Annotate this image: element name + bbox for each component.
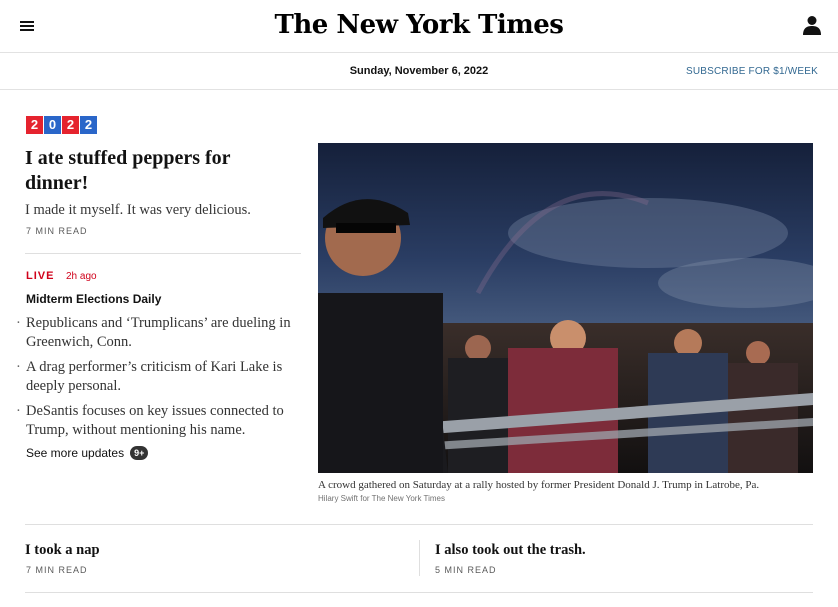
masthead: The New York Times xyxy=(0,0,838,53)
story-read-time: 5 MIN READ xyxy=(435,565,497,575)
live-update-item[interactable]: · Republicans and ‘Trumplicans’ are dueli… xyxy=(16,314,306,352)
rally-photo[interactable] xyxy=(318,143,813,473)
subscribe-link[interactable]: SUBSCRIBE FOR $1/WEEK xyxy=(686,66,818,77)
bullet-dot: · xyxy=(16,403,21,419)
lead-headline[interactable]: I ate stuffed peppers for dinner! xyxy=(25,146,295,196)
bullet-dot: · xyxy=(16,359,21,375)
divider xyxy=(25,524,813,525)
story-headline[interactable]: I also took out the trash. xyxy=(435,542,586,559)
photo-caption: A crowd gathered on Saturday at a rally … xyxy=(318,479,760,491)
photo-credit: Hilary Swift for The New York Times xyxy=(318,494,446,503)
live-update-item[interactable]: · DeSantis focuses on key issues connecte… xyxy=(16,402,306,440)
see-more-updates-link[interactable]: See more updates 9+ xyxy=(26,446,149,460)
lead-summary: I made it myself. It was very delicious. xyxy=(25,202,251,218)
live-time-ago: 2h ago xyxy=(66,271,97,282)
divider xyxy=(25,592,813,593)
live-update-item[interactable]: · A drag performer’s criticism of Kari La… xyxy=(16,358,306,396)
live-label: LIVE xyxy=(26,270,55,282)
story-headline[interactable]: I took a nap xyxy=(25,542,100,559)
user-icon[interactable] xyxy=(803,15,821,35)
live-updates-list: · Republicans and ‘Trumplicans’ are dueli… xyxy=(16,314,306,446)
updates-count-badge: 9+ xyxy=(130,446,149,460)
badge-digit: 2 xyxy=(62,116,79,134)
column-divider xyxy=(419,540,420,576)
badge-digit: 2 xyxy=(26,116,43,134)
divider xyxy=(25,253,301,254)
live-update-text: A drag performer’s criticism of Kari Lak… xyxy=(26,359,283,394)
live-update-text: DeSantis focuses on key issues connected… xyxy=(26,403,284,438)
live-update-text: Republicans and ‘Trumplicans’ are duelin… xyxy=(26,315,291,350)
lead-read-time: 7 MIN READ xyxy=(26,226,88,236)
story-read-time: 7 MIN READ xyxy=(26,565,88,575)
dateline-bar: Sunday, November 6, 2022 SUBSCRIBE FOR $… xyxy=(0,53,838,90)
election-2022-badge: 2 0 2 2 xyxy=(26,116,97,134)
live-blog-title[interactable]: Midterm Elections Daily xyxy=(26,292,161,306)
see-more-label: See more updates xyxy=(26,446,125,460)
badge-digit: 0 xyxy=(44,116,61,134)
badge-digit: 2 xyxy=(80,116,97,134)
nyt-logo[interactable]: The New York Times xyxy=(0,10,838,40)
bullet-dot: · xyxy=(16,315,21,331)
